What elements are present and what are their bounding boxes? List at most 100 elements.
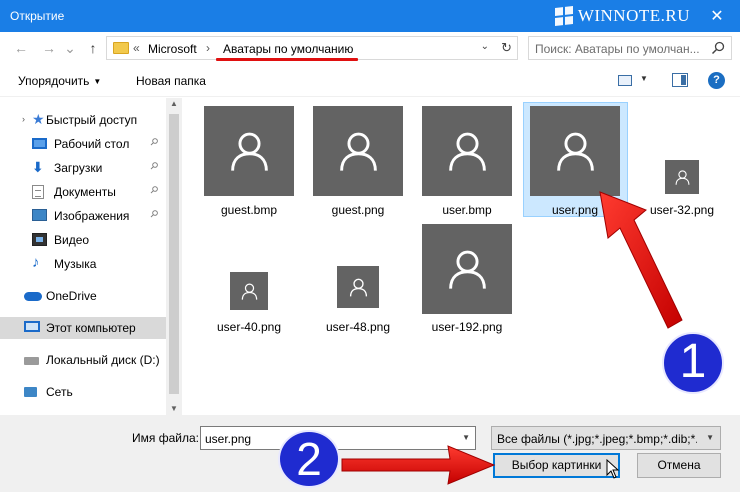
user-avatar-icon[interactable] [530, 106, 620, 196]
toolbar: Упорядочить ▼ Новая папка ▼ ? [0, 65, 740, 97]
preview-pane-icon[interactable] [672, 73, 688, 87]
up-arrow-icon: ↑ [89, 40, 97, 56]
filename-input[interactable]: user.png ▼ [200, 426, 476, 450]
sidebar-item-label: Документы [54, 185, 116, 199]
breadcrumb-separator[interactable]: › [206, 41, 210, 55]
chevron-down-icon: ⌄ [64, 39, 76, 56]
sidebar-item[interactable]: Этот компьютер [0, 317, 166, 339]
close-icon: ✕ [710, 8, 724, 25]
this-pc-icon [24, 321, 40, 332]
user-avatar-icon[interactable] [337, 266, 379, 308]
breadcrumb-overflow[interactable]: « [133, 41, 140, 55]
sidebar-scrollbar[interactable]: ▲ ▼ [166, 98, 182, 415]
watermark: WINNOTE.RU [554, 6, 690, 26]
sidebar-item-label: Видео [54, 233, 90, 247]
help-icon[interactable]: ? [708, 72, 725, 89]
file-name: user.bmp [442, 203, 492, 217]
dialog-footer: Имя файла: user.png ▼ Все файлы (*.jpg;*… [0, 415, 740, 492]
sidebar-item[interactable]: Документы ⚲ [0, 181, 166, 203]
breadcrumb-microsoft[interactable]: Microsoft [148, 42, 197, 56]
user-avatar-icon[interactable] [422, 106, 512, 196]
change-view-icon[interactable] [618, 75, 632, 86]
new-folder-button[interactable]: Новая папка [136, 74, 206, 88]
recent-locations-button[interactable]: ⌄ [64, 38, 76, 58]
close-button[interactable]: ✕ [694, 0, 740, 32]
user-avatar-icon[interactable] [313, 106, 403, 196]
windows-logo-icon [554, 6, 573, 26]
file-name: guest.png [331, 203, 385, 217]
user-avatar-icon[interactable] [204, 106, 294, 196]
expand-caret-icon[interactable]: › [22, 114, 25, 124]
sidebar-item[interactable]: ♪ Музыка [0, 253, 166, 275]
sidebar-item-label: Загрузки [54, 161, 103, 175]
forward-arrow-icon: → [42, 40, 56, 56]
sidebar-item-label: Рабочий стол [54, 137, 130, 151]
sidebar-item[interactable]: Видео [0, 229, 166, 251]
window-title: Открытие [10, 9, 65, 23]
video-icon [32, 233, 47, 246]
desktop-icon [32, 138, 47, 149]
select-picture-button[interactable]: Выбор картинки [493, 453, 620, 478]
sidebar-item[interactable]: Изображения ⚲ [0, 205, 166, 227]
filename-value: user.png [205, 432, 252, 446]
star-icon: ★ [32, 111, 45, 127]
sidebar-item-label: Сеть [46, 385, 73, 399]
user-avatar-icon[interactable] [665, 160, 699, 194]
file-list: guest.bmp guest.png user.bmp user.png user-3… [186, 98, 740, 415]
sidebar-item[interactable]: › ★ Быстрый доступ [0, 109, 166, 131]
pin-icon: ⚲ [147, 184, 161, 197]
sidebar-item-label: Локальный диск (D:) [46, 353, 160, 367]
sidebar-item[interactable]: Рабочий стол ⚲ [0, 133, 166, 155]
sidebar-item-label: Изображения [54, 209, 130, 223]
scroll-up-icon[interactable]: ▲ [170, 99, 178, 108]
address-dropdown-icon[interactable]: ⌄ [481, 41, 489, 52]
back-button[interactable]: ← [12, 38, 30, 58]
view-options-dropdown[interactable]: ▼ [640, 74, 648, 83]
file-name: user-48.png [325, 320, 391, 334]
refresh-icon[interactable]: ↻ [501, 40, 512, 56]
breadcrumb-default-avatars[interactable]: Аватары по умолчанию [223, 42, 353, 56]
file-name: user-192.png [431, 320, 503, 334]
scroll-down-icon[interactable]: ▼ [170, 404, 178, 413]
downloads-icon: ⬇ [32, 159, 44, 175]
forward-button[interactable]: → [40, 38, 58, 58]
filename-label: Имя файла: [132, 431, 199, 445]
scrollbar-thumb[interactable] [169, 114, 179, 394]
file-name: user-40.png [216, 320, 282, 334]
pictures-icon [32, 209, 47, 221]
chevron-down-icon[interactable]: ▼ [462, 433, 470, 442]
documents-icon [32, 185, 44, 199]
sidebar-item[interactable]: Сеть [0, 381, 166, 403]
music-icon: ♪ [32, 254, 40, 271]
onedrive-icon [24, 292, 42, 301]
file-name: guest.bmp [220, 203, 278, 217]
title-bar: Открытие WINNOTE.RU ✕ [0, 0, 740, 32]
back-arrow-icon: ← [14, 40, 28, 56]
pin-icon: ⚲ [147, 208, 161, 221]
sidebar-item-label: Быстрый доступ [46, 113, 138, 127]
organize-button[interactable]: Упорядочить ▼ [18, 74, 101, 88]
file-name: user-32.png [649, 203, 715, 217]
organize-label: Упорядочить [18, 74, 90, 88]
pin-icon: ⚲ [147, 136, 161, 149]
folder-icon [113, 42, 129, 54]
search-placeholder: Поиск: Аватары по умолчан... [535, 42, 700, 56]
drive-icon [24, 357, 39, 365]
search-box[interactable]: Поиск: Аватары по умолчан... [528, 36, 732, 60]
sidebar-item-label: OneDrive [46, 289, 97, 303]
cancel-button[interactable]: Отмена [637, 453, 721, 478]
step-1-badge: 1 [662, 332, 724, 394]
mouse-pointer-icon [606, 459, 620, 479]
user-avatar-icon[interactable] [230, 272, 268, 310]
up-button[interactable]: ↑ [84, 38, 102, 58]
address-bar[interactable]: « Microsoft › Аватары по умолчанию ⌄ ↻ [106, 36, 518, 60]
sidebar-item[interactable]: ⬇ Загрузки ⚲ [0, 157, 166, 179]
user-avatar-icon[interactable] [422, 224, 512, 314]
sidebar-item[interactable]: Локальный диск (D:) [0, 349, 166, 371]
file-name: user.png [551, 203, 599, 217]
step-2-badge: 2 [278, 430, 340, 488]
search-icon[interactable] [711, 41, 725, 55]
file-type-value: Все файлы (*.jpg;*.jpeg;*.bmp;*.dib;*.p [497, 432, 697, 446]
sidebar-item[interactable]: OneDrive [0, 285, 166, 307]
file-type-select[interactable]: Все файлы (*.jpg;*.jpeg;*.bmp;*.dib;*.p … [491, 426, 721, 450]
